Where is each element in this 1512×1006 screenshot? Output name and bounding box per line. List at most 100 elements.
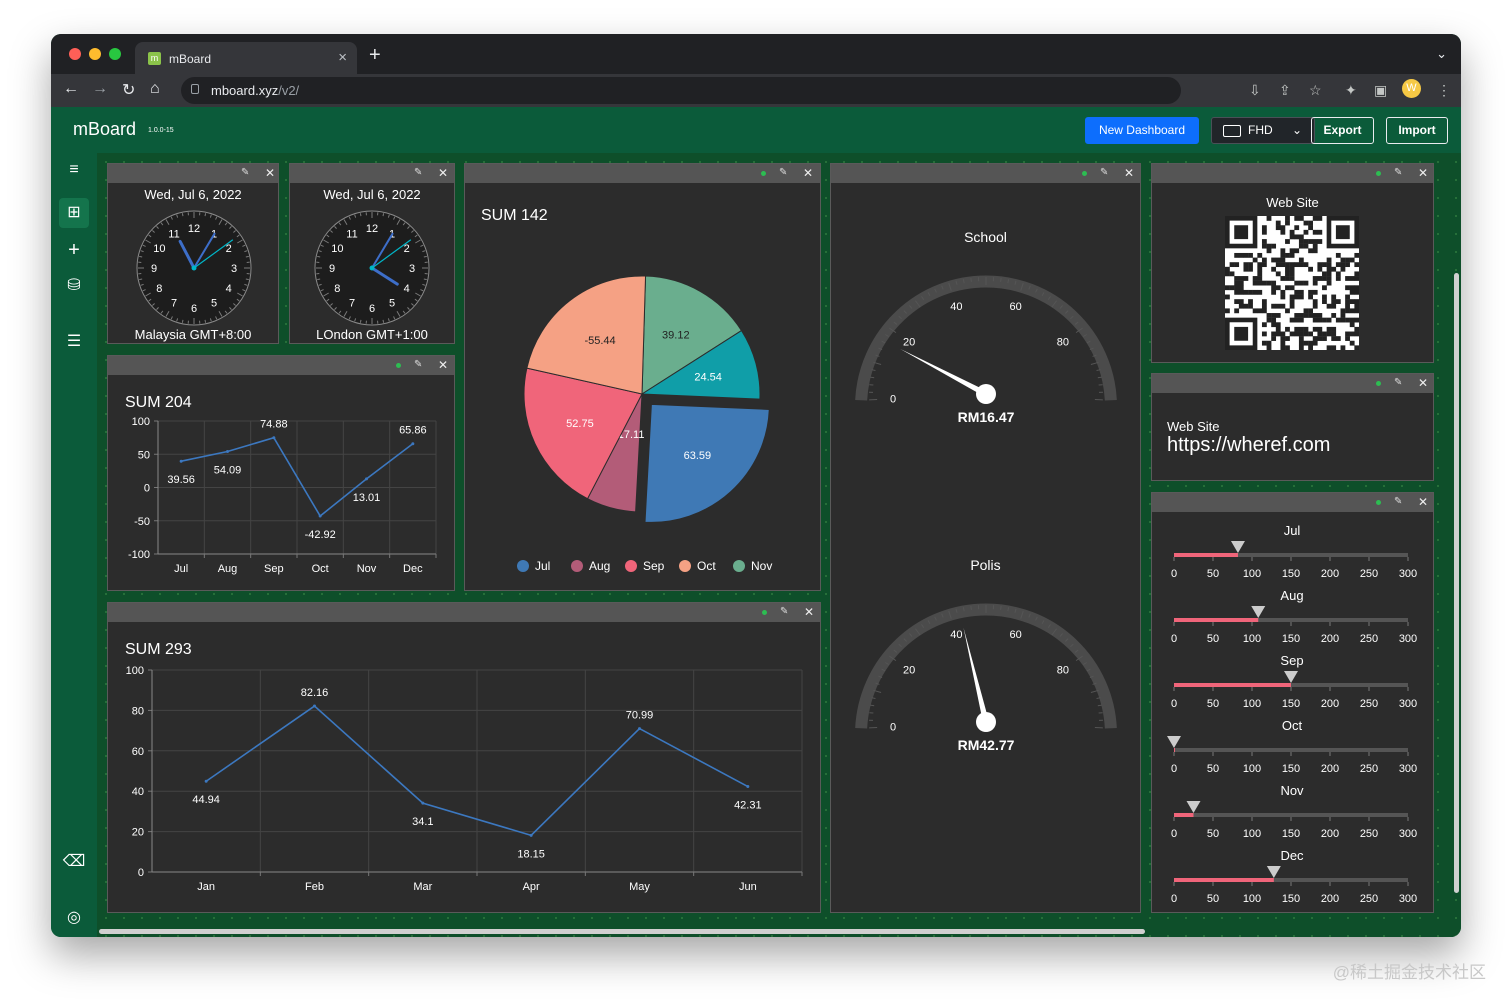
panel-header[interactable]: ✎ ✕ xyxy=(290,164,454,183)
app-brand[interactable]: mBoard xyxy=(73,119,136,140)
gauges-panel[interactable]: ✎ ✕ School 0 20 40 60 80 RM16.47 Polis 0 20 40 6… xyxy=(830,163,1141,913)
tab-close-icon[interactable]: × xyxy=(338,49,347,66)
browser-window: m mBoard × + ⌄ ← → ↻ ⌂ mboard.xyz/v2/ ⇩ … xyxy=(51,34,1461,937)
horizontal-scrollbar[interactable] xyxy=(99,929,1145,934)
pin-icon[interactable]: ✎ xyxy=(414,359,422,370)
globe-icon[interactable]: ◎ xyxy=(59,903,89,933)
profile-avatar[interactable]: W xyxy=(1402,79,1421,98)
menu-hamburger-icon[interactable]: ≡ xyxy=(59,155,89,185)
qr-module xyxy=(1280,294,1286,300)
close-icon[interactable]: ✕ xyxy=(803,166,813,180)
browser-tab[interactable]: m mBoard × xyxy=(135,42,357,74)
slider-handle xyxy=(1266,866,1281,878)
x-tick-label: Mar xyxy=(413,881,432,893)
clock-numeral: 6 xyxy=(191,303,197,315)
vertical-scrollbar[interactable] xyxy=(1454,273,1459,893)
close-icon[interactable]: ✕ xyxy=(1418,376,1428,390)
data-source-icon[interactable]: ⛁ xyxy=(59,271,89,301)
reload-icon[interactable]: ↻ xyxy=(122,80,135,100)
close-icon[interactable]: ✕ xyxy=(265,166,275,180)
minimize-window-dot[interactable] xyxy=(89,48,101,60)
qr-module xyxy=(1335,336,1341,341)
clock-panel-malaysia[interactable]: ✎ ✕ Wed, Jul 6, 2022 121234567891011 Mal… xyxy=(107,163,279,344)
gauge-tick xyxy=(1097,376,1102,379)
slider-list[interactable]: Jul 0 50 100 150 200 250 300 Aug 0 50 100 150 200 250 3… xyxy=(1152,515,1433,911)
panel-header[interactable]: ✎ ✕ xyxy=(108,164,278,183)
side-panel-icon[interactable]: ▣ xyxy=(1374,82,1387,99)
qr-module xyxy=(1275,303,1281,309)
qr-module xyxy=(1312,248,1318,254)
qr-module xyxy=(1303,326,1309,332)
slider-tick-label: 200 xyxy=(1321,828,1339,840)
clock-tick xyxy=(204,213,207,217)
x-tick-label: Sep xyxy=(264,563,284,575)
pin-icon[interactable]: ✎ xyxy=(414,167,422,178)
qr-module xyxy=(1340,345,1346,350)
pie-slice xyxy=(644,403,770,523)
resolution-select[interactable]: FHD ⌄ xyxy=(1211,117,1315,144)
list-icon[interactable]: ☰ xyxy=(59,327,89,357)
browser-menu-icon[interactable]: ⋮ xyxy=(1437,82,1451,99)
new-dashboard-button[interactable]: New Dashboard xyxy=(1085,117,1199,144)
pin-icon[interactable]: ✎ xyxy=(1394,496,1402,507)
sum142-pie-panel[interactable]: ✎ ✕ SUM 142 39.12 24.54 63.59 17.11 52.75 -55… xyxy=(464,163,821,591)
close-icon[interactable]: ✕ xyxy=(438,358,448,372)
qr-module xyxy=(1294,331,1300,337)
import-button[interactable]: Import xyxy=(1386,117,1448,144)
panel-header[interactable]: ✎ ✕ xyxy=(1152,164,1433,183)
add-widget-icon[interactable]: + xyxy=(59,235,89,265)
pin-icon[interactable]: ✎ xyxy=(1100,167,1108,178)
pin-icon[interactable]: ✎ xyxy=(779,167,787,178)
clock-panel-london[interactable]: ✎ ✕ Wed, Jul 6, 2022 121234567891011 LOn… xyxy=(289,163,455,344)
home-icon[interactable]: ⌂ xyxy=(150,80,160,98)
close-icon[interactable]: ✕ xyxy=(1418,495,1428,509)
monthly-sliders-panel[interactable]: ✎ ✕ Jul 0 50 100 150 200 250 300 Aug 0 50 100 150 200… xyxy=(1151,492,1434,913)
qr-module xyxy=(1345,294,1350,300)
qr-module xyxy=(1317,276,1323,281)
pin-icon[interactable]: ✎ xyxy=(241,167,249,178)
new-tab-icon[interactable]: + xyxy=(369,44,381,67)
qr-module xyxy=(1317,331,1323,337)
panel-header[interactable]: ✎ ✕ xyxy=(108,356,454,375)
qr-module xyxy=(1326,276,1332,281)
qr-module xyxy=(1331,336,1337,341)
close-window-dot[interactable] xyxy=(69,48,81,60)
back-arrow-icon[interactable]: ← xyxy=(63,80,79,98)
slider-tick-label: 300 xyxy=(1399,893,1417,905)
panel-header[interactable]: ✎ ✕ xyxy=(1152,374,1433,393)
zoom-window-dot[interactable] xyxy=(109,48,121,60)
address-bar[interactable]: mboard.xyz/v2/ xyxy=(181,77,1181,104)
extensions-puzzle-icon[interactable]: ✦ xyxy=(1345,82,1357,99)
close-icon[interactable]: ✕ xyxy=(1418,166,1428,180)
install-app-icon[interactable]: ⇩ xyxy=(1249,82,1261,99)
panel-header[interactable]: ✎ ✕ xyxy=(1152,493,1433,512)
close-icon[interactable]: ✕ xyxy=(1124,166,1134,180)
qr-module xyxy=(1317,239,1323,244)
clock-tick xyxy=(139,255,143,258)
sum204-chart-panel[interactable]: ✎ ✕ SUM 204 100 50 0 -50 -100 Jul Aug Sep Oct Nov… xyxy=(107,355,455,591)
forward-arrow-icon[interactable]: → xyxy=(92,80,108,98)
qr-module xyxy=(1225,308,1230,314)
close-icon[interactable]: ✕ xyxy=(804,605,814,619)
sum293-chart-panel[interactable]: ✎ ✕ SUM 293 100 80 60 40 20 0 Jan Feb Mar Apr May J… xyxy=(107,602,821,913)
export-button[interactable]: Export xyxy=(1311,117,1374,144)
qr-code-panel[interactable]: ✎ ✕ Web Site xyxy=(1151,163,1434,363)
panel-header[interactable]: ✎ ✕ xyxy=(108,603,820,622)
tab-search-chevron-icon[interactable]: ⌄ xyxy=(1436,46,1447,62)
qr-module xyxy=(1354,262,1359,268)
bookmark-star-icon[interactable]: ☆ xyxy=(1309,82,1322,99)
pin-icon[interactable]: ✎ xyxy=(1394,377,1402,388)
panel-header[interactable]: ✎ ✕ xyxy=(831,164,1140,183)
close-icon[interactable]: ✕ xyxy=(438,166,448,180)
pin-icon[interactable]: ✎ xyxy=(1394,167,1402,178)
trash-icon[interactable]: ⌫ xyxy=(59,847,89,877)
dashboard-layout-icon[interactable]: ⊞ xyxy=(59,198,89,228)
website-text-panel[interactable]: ✎ ✕ Web Site https://wheref.com xyxy=(1151,373,1434,481)
share-icon[interactable]: ⇪ xyxy=(1279,82,1291,99)
website-value[interactable]: https://wheref.com xyxy=(1167,434,1330,457)
legend-swatch xyxy=(679,560,691,572)
panel-header[interactable]: ✎ ✕ xyxy=(465,164,820,183)
qr-module xyxy=(1298,294,1304,300)
pin-icon[interactable]: ✎ xyxy=(780,606,788,617)
data-label: 42.31 xyxy=(734,800,762,812)
